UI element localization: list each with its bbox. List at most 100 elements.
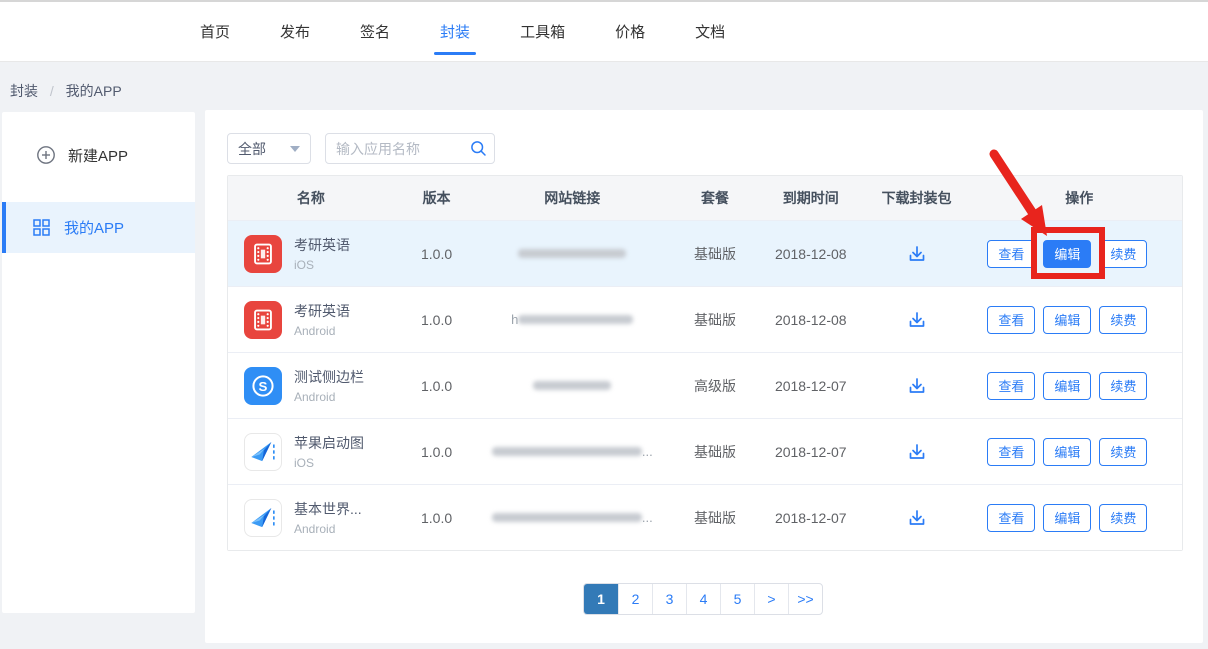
cell-actions: 查看 编辑 续费 (976, 504, 1182, 532)
cell-download (857, 442, 977, 462)
view-button[interactable]: 查看 (987, 438, 1035, 466)
download-icon[interactable] (907, 310, 927, 330)
sidebar-item-my-app[interactable]: 我的APP (2, 202, 195, 253)
renew-button[interactable]: 续费 (1099, 438, 1147, 466)
breadcrumb-separator: / (50, 83, 54, 99)
next-page-button[interactable]: > (754, 584, 788, 614)
grid-icon (32, 218, 52, 238)
edit-button[interactable]: 编辑 (1043, 306, 1091, 334)
renew-button[interactable]: 续费 (1099, 504, 1147, 532)
nav-item-docs[interactable]: 文档 (695, 17, 725, 46)
breadcrumb: 封装 / 我的APP (10, 81, 122, 101)
app-name: 测试侧边栏 (294, 367, 364, 387)
svg-text:S: S (259, 379, 268, 394)
page-button-5[interactable]: 5 (720, 584, 754, 614)
edit-button[interactable]: 编辑 (1043, 504, 1091, 532)
cell-name: 考研英语 Android (228, 301, 394, 339)
page-button-3[interactable]: 3 (652, 584, 686, 614)
masked-url (492, 513, 642, 522)
last-page-button[interactable]: >> (788, 584, 822, 614)
cell-expire: 2018-12-07 (765, 378, 857, 394)
table-row: 考研英语 Android 1.0.0 h 基础版 2018-12-08 查看 编… (228, 286, 1182, 352)
table-header-5: 下载封装包 (857, 188, 977, 208)
top-nav: 首页 发布 签名 封装 工具箱 价格 文档 (200, 17, 725, 46)
url-prefix: h (511, 312, 518, 327)
cell-plan: 基础版 (665, 508, 765, 528)
edit-button[interactable]: 编辑 (1043, 372, 1091, 400)
app-name: 苹果启动图 (294, 433, 364, 453)
cell-name: S 测试侧边栏 Android (228, 367, 394, 405)
pagination: 12345>>> (583, 583, 823, 615)
filter-bar: 全部 (227, 133, 495, 164)
cell-url: ... (479, 510, 665, 525)
download-icon[interactable] (907, 508, 927, 528)
masked-url (518, 315, 633, 324)
cell-plan: 高级版 (665, 376, 765, 396)
app-icon-bird (244, 433, 282, 471)
cell-download (857, 508, 977, 528)
download-icon[interactable] (907, 244, 927, 264)
masked-url (518, 249, 626, 258)
nav-item-package[interactable]: 封装 (440, 17, 470, 46)
app-icon-film (244, 235, 282, 273)
app-platform: Android (294, 390, 364, 404)
cell-name: 考研英语 iOS (228, 235, 394, 273)
table-header-row: 名称版本网站链接套餐到期时间下载封装包操作 (228, 176, 1182, 220)
nav-item-sign[interactable]: 签名 (360, 17, 390, 46)
nav-item-toolbox[interactable]: 工具箱 (520, 17, 565, 46)
cell-actions: 查看 编辑 续费 (976, 372, 1182, 400)
cell-url: ... (479, 444, 665, 459)
breadcrumb-section[interactable]: 封装 (10, 83, 38, 99)
renew-button[interactable]: 续费 (1099, 240, 1147, 268)
url-suffix: ... (642, 444, 653, 459)
cell-url (479, 249, 665, 258)
app-platform: Android (294, 522, 362, 536)
table-row: 基本世界... Android 1.0.0 ... 基础版 2018-12-07… (228, 484, 1182, 550)
download-icon[interactable] (907, 442, 927, 462)
table-header-4: 到期时间 (765, 188, 857, 208)
page-button-4[interactable]: 4 (686, 584, 720, 614)
view-button[interactable]: 查看 (987, 504, 1035, 532)
cell-expire: 2018-12-08 (765, 312, 857, 328)
nav-item-publish[interactable]: 发布 (280, 17, 310, 46)
chevron-down-icon (290, 146, 300, 152)
app-name: 考研英语 (294, 235, 350, 255)
cell-actions: 查看 编辑 续费 (976, 240, 1182, 268)
cell-expire: 2018-12-07 (765, 444, 857, 460)
sidebar-item-new-app[interactable]: 新建APP (2, 132, 195, 178)
table-header-1: 版本 (394, 188, 480, 208)
masked-url (492, 447, 642, 456)
page-button-1[interactable]: 1 (584, 584, 618, 614)
view-button[interactable]: 查看 (987, 306, 1035, 334)
edit-button[interactable]: 编辑 (1043, 438, 1091, 466)
nav-item-price[interactable]: 价格 (615, 17, 645, 46)
renew-button[interactable]: 续费 (1099, 372, 1147, 400)
cell-expire: 2018-12-08 (765, 246, 857, 262)
view-button[interactable]: 查看 (987, 240, 1035, 268)
cell-plan: 基础版 (665, 442, 765, 462)
renew-button[interactable]: 续费 (1099, 306, 1147, 334)
page-button-2[interactable]: 2 (618, 584, 652, 614)
cell-url (479, 381, 665, 390)
cell-version: 1.0.0 (394, 444, 480, 460)
cell-url: h (479, 312, 665, 327)
cell-plan: 基础版 (665, 244, 765, 264)
cell-actions: 查看 编辑 续费 (976, 306, 1182, 334)
app-icon-s-circle: S (244, 367, 282, 405)
plus-circle-icon (36, 145, 56, 165)
cell-download (857, 376, 977, 396)
nav-item-home[interactable]: 首页 (200, 17, 230, 46)
cell-expire: 2018-12-07 (765, 510, 857, 526)
view-button[interactable]: 查看 (987, 372, 1035, 400)
top-nav-bar: 首页 发布 签名 封装 工具箱 价格 文档 (0, 0, 1208, 62)
breadcrumb-current: 我的APP (66, 83, 122, 99)
edit-button[interactable]: 编辑 (1043, 240, 1091, 268)
sidebar-item-label: 新建APP (68, 145, 128, 166)
cell-version: 1.0.0 (394, 312, 480, 328)
category-dropdown[interactable]: 全部 (227, 133, 311, 164)
download-icon[interactable] (907, 376, 927, 396)
app-platform: Android (294, 324, 350, 338)
table-row: S 测试侧边栏 Android 1.0.0 高级版 2018-12-07 查看 … (228, 352, 1182, 418)
app-platform: iOS (294, 258, 350, 272)
app-icon-film (244, 301, 282, 339)
